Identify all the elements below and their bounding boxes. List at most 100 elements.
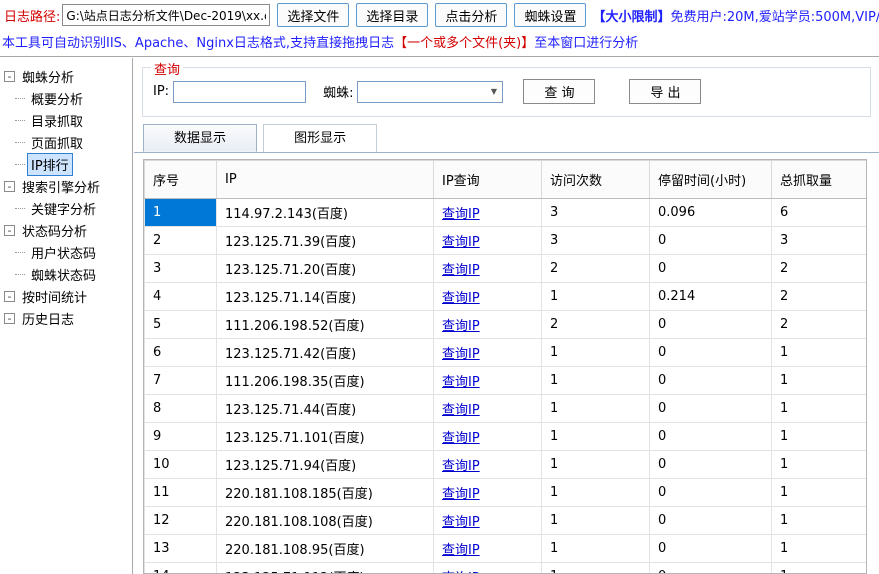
cell-visits[interactable]: 2	[541, 254, 650, 283]
ip-lookup-link[interactable]: 查询IP	[442, 431, 480, 446]
cell-no[interactable]: 2	[144, 226, 217, 255]
cell-ip[interactable]: 220.181.108.108(百度)	[216, 506, 434, 535]
cell-visits[interactable]: 1	[541, 338, 650, 367]
header-ip-lookup[interactable]: IP查询	[433, 160, 542, 199]
chevron-down-icon[interactable]: ▼	[485, 82, 502, 102]
export-button[interactable]: 导 出	[629, 79, 702, 104]
sidebar-item-search-engine-analysis[interactable]: - 搜索引擎分析	[0, 175, 132, 197]
cell-total-crawl[interactable]: 1	[771, 450, 866, 479]
cell-no[interactable]: 1	[144, 198, 217, 227]
cell-ip[interactable]: 123.125.71.101(百度)	[216, 422, 434, 451]
cell-visits[interactable]: 1	[541, 282, 650, 311]
sidebar-item-spider-analysis[interactable]: - 蜘蛛分析	[0, 65, 132, 87]
ip-lookup-link[interactable]: 查询IP	[442, 487, 480, 502]
ip-lookup-link[interactable]: 查询IP	[442, 235, 480, 250]
cell-ip[interactable]: 123.125.71.20(百度)	[216, 254, 434, 283]
ip-lookup-link[interactable]: 查询IP	[442, 263, 480, 278]
sidebar-item-time-statistics[interactable]: - 按时间统计	[0, 285, 132, 307]
cell-stay-time[interactable]: 0	[649, 506, 772, 535]
cell-stay-time[interactable]: 0	[649, 422, 772, 451]
cell-stay-time[interactable]: 0	[649, 366, 772, 395]
collapse-icon[interactable]: -	[4, 224, 15, 236]
cell-ip[interactable]: 220.181.108.185(百度)	[216, 478, 434, 507]
tab-data-display[interactable]: 数据显示	[143, 124, 258, 152]
cell-visits[interactable]: 1	[541, 422, 650, 451]
cell-stay-time[interactable]: 0	[649, 534, 772, 563]
cell-total-crawl[interactable]: 1	[771, 534, 866, 563]
spider-settings-button[interactable]: 蜘蛛设置	[514, 3, 587, 27]
sidebar-item-keyword-analysis[interactable]: 关键字分析	[0, 197, 132, 219]
cell-stay-time[interactable]: 0	[649, 562, 772, 573]
cell-visits[interactable]: 2	[541, 310, 650, 339]
collapse-icon[interactable]: -	[4, 290, 15, 302]
cell-ip[interactable]: 111.206.198.52(百度)	[216, 310, 434, 339]
ip-lookup-link[interactable]: 查询IP	[442, 347, 480, 362]
cell-stay-time[interactable]: 0	[649, 254, 772, 283]
cell-ip[interactable]: 123.125.71.44(百度)	[216, 394, 434, 423]
cell-no[interactable]: 4	[144, 282, 217, 311]
sidebar-item-page-crawl[interactable]: 页面抓取	[0, 131, 132, 153]
cell-no[interactable]: 14	[144, 562, 217, 573]
cell-ip[interactable]: 220.181.108.95(百度)	[216, 534, 434, 563]
header-stay-time[interactable]: 停留时间(小时)	[649, 160, 772, 199]
sidebar-item-spider-status-code[interactable]: 蜘蛛状态码	[0, 263, 132, 285]
cell-no[interactable]: 9	[144, 422, 217, 451]
select-file-button[interactable]: 选择文件	[277, 3, 350, 27]
cell-visits[interactable]: 1	[541, 394, 650, 423]
sidebar-item-directory-crawl[interactable]: 目录抓取	[0, 109, 132, 131]
cell-total-crawl[interactable]: 1	[771, 478, 866, 507]
ip-lookup-link[interactable]: 查询IP	[442, 403, 480, 418]
cell-ip[interactable]: 111.206.198.35(百度)	[216, 366, 434, 395]
cell-total-crawl[interactable]: 6	[771, 198, 866, 227]
cell-ip[interactable]: 123.125.71.14(百度)	[216, 282, 434, 311]
sidebar-item-history-log[interactable]: - 历史日志	[0, 307, 132, 329]
cell-no[interactable]: 8	[144, 394, 217, 423]
cell-stay-time[interactable]: 0	[649, 310, 772, 339]
header-total-crawl[interactable]: 总抓取量	[771, 160, 866, 199]
select-dir-button[interactable]: 选择目录	[356, 3, 429, 27]
cell-total-crawl[interactable]: 1	[771, 506, 866, 535]
cell-stay-time[interactable]: 0	[649, 226, 772, 255]
cell-stay-time[interactable]: 0	[649, 450, 772, 479]
cell-ip[interactable]: 114.97.2.143(百度)	[216, 198, 434, 227]
cell-no[interactable]: 13	[144, 534, 217, 563]
query-button[interactable]: 查 询	[523, 79, 596, 104]
cell-no[interactable]: 12	[144, 506, 217, 535]
ip-lookup-link[interactable]: 查询IP	[442, 459, 480, 474]
cell-total-crawl[interactable]: 2	[771, 282, 866, 311]
cell-no[interactable]: 11	[144, 478, 217, 507]
sidebar-item-ip-ranking[interactable]: IP排行	[0, 152, 132, 176]
cell-no[interactable]: 7	[144, 366, 217, 395]
cell-stay-time[interactable]: 0	[649, 394, 772, 423]
ip-lookup-link[interactable]: 查询IP	[442, 207, 480, 222]
header-no[interactable]: 序号	[144, 160, 217, 199]
cell-total-crawl[interactable]: 1	[771, 562, 866, 573]
cell-ip[interactable]: 123.125.71.112(百度)	[216, 562, 434, 573]
cell-visits[interactable]: 1	[541, 478, 650, 507]
header-visits[interactable]: 访问次数	[541, 160, 650, 199]
cell-ip[interactable]: 123.125.71.39(百度)	[216, 226, 434, 255]
cell-visits[interactable]: 1	[541, 534, 650, 563]
cell-total-crawl[interactable]: 2	[771, 310, 866, 339]
cell-total-crawl[interactable]: 1	[771, 422, 866, 451]
cell-no[interactable]: 10	[144, 450, 217, 479]
cell-total-crawl[interactable]: 3	[771, 226, 866, 255]
sidebar-item-summary-analysis[interactable]: 概要分析	[0, 87, 132, 109]
ip-lookup-link[interactable]: 查询IP	[442, 543, 480, 558]
cell-no[interactable]: 5	[144, 310, 217, 339]
collapse-icon[interactable]: -	[4, 312, 15, 324]
cell-stay-time[interactable]: 0	[649, 478, 772, 507]
cell-visits[interactable]: 3	[541, 226, 650, 255]
cell-stay-time[interactable]: 0.214	[649, 282, 772, 311]
cell-total-crawl[interactable]: 2	[771, 254, 866, 283]
collapse-icon[interactable]: -	[4, 180, 15, 192]
cell-ip[interactable]: 123.125.71.94(百度)	[216, 450, 434, 479]
cell-no[interactable]: 3	[144, 254, 217, 283]
ip-lookup-link[interactable]: 查询IP	[442, 375, 480, 390]
cell-no[interactable]: 6	[144, 338, 217, 367]
cell-total-crawl[interactable]: 1	[771, 394, 866, 423]
cell-visits[interactable]: 1	[541, 450, 650, 479]
analyze-button[interactable]: 点击分析	[435, 3, 508, 27]
tab-graph-display[interactable]: 图形显示	[263, 124, 378, 152]
cell-visits[interactable]: 1	[541, 562, 650, 573]
